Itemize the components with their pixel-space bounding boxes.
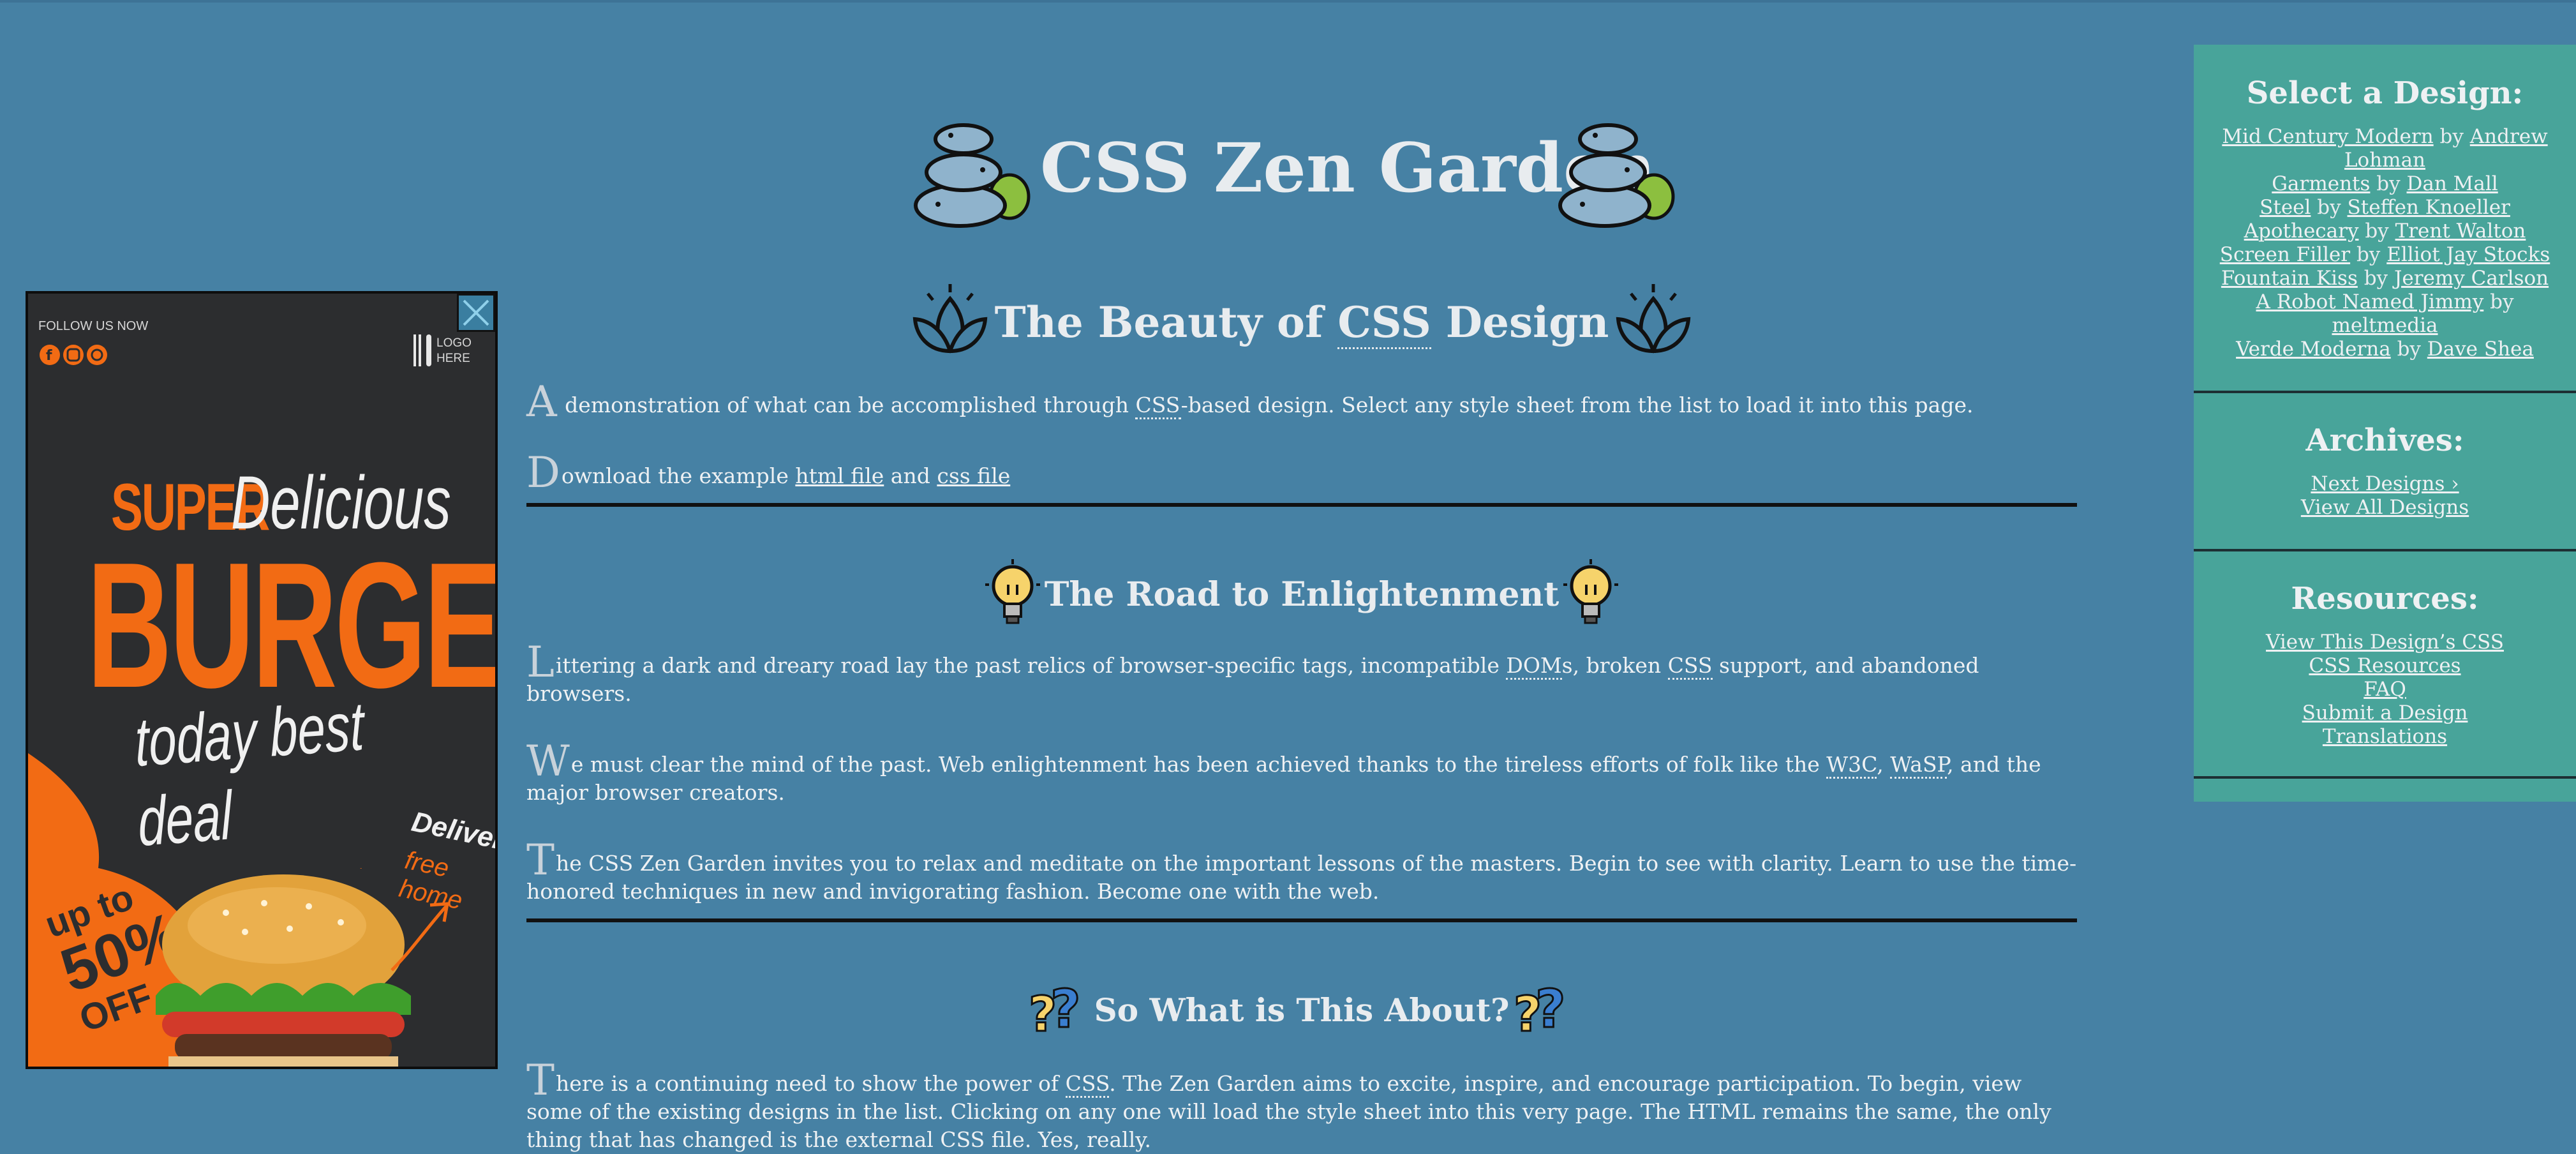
drop-cap: T (526, 836, 555, 885)
drop-cap: A (526, 377, 557, 426)
abbr-dom: DOM (1506, 653, 1562, 680)
lightbulb-icon (985, 559, 1040, 624)
ad-headline-burger: BURGER (87, 526, 498, 725)
road-paragraph-2: We must clear the mind of the past. Web … (526, 737, 2041, 806)
download-paragraph: Download the example html file and css f… (526, 448, 1011, 497)
section-heading-row: The Beauty of CSS Design (526, 281, 2077, 364)
sidebar-divider (2194, 391, 2576, 393)
drop-cap: L (526, 638, 555, 687)
design-link[interactable]: Apothecary (2244, 220, 2359, 243)
design-list-item: Steel by Steffen Knoeller (2260, 196, 2510, 219)
zen-stones-icon (1558, 123, 1675, 228)
design-link[interactable]: Verde Moderna (2236, 338, 2391, 361)
design-list-item: Mid Century Modern by Andrew Lohman (2222, 125, 2548, 172)
archives-block: Archives: Next Designs › View All Design… (2194, 423, 2576, 520)
submit-design-link[interactable]: Submit a Design (2302, 701, 2468, 724)
about-paragraph-1: There is a continuing need to show the p… (526, 1056, 2051, 1153)
follow-us-text: FOLLOW US NOW (38, 319, 149, 333)
abbr-css: CSS (1337, 297, 1431, 349)
design-select-block: Select a Design: Mid Century Modern by A… (2194, 75, 2576, 361)
design-link[interactable]: Screen Filler (2220, 243, 2350, 266)
designer-link[interactable]: Elliot Jay Stocks (2386, 243, 2550, 266)
design-list-item: Fountain Kiss by Jeremy Carlson (2221, 267, 2549, 290)
close-ad-button[interactable] (457, 294, 495, 332)
design-link[interactable]: Garments (2272, 172, 2370, 195)
intro-paragraph: A demonstration of what can be accomplis… (526, 377, 1974, 426)
abbr-css: CSS (1135, 393, 1181, 419)
fork-knife-icon (413, 334, 431, 366)
zen-stones-icon (914, 123, 1031, 228)
resources-block: Resources: View This Design’s CSS CSS Re… (2194, 581, 2576, 749)
design-link[interactable]: Mid Century Modern (2222, 125, 2433, 148)
select-design-heading: Select a Design: (2246, 75, 2524, 111)
design-link[interactable]: Steel (2260, 196, 2311, 219)
next-designs-link[interactable]: Next Designs › (2311, 472, 2459, 495)
designer-link[interactable]: Dave Shea (2427, 338, 2534, 361)
abbr-css: CSS (1065, 1071, 1110, 1098)
html-file-link[interactable]: html file (795, 463, 884, 488)
design-list: Mid Century Modern by Andrew Lohman Garm… (2194, 125, 2576, 361)
design-link[interactable]: A Robot Named Jimmy (2256, 290, 2484, 313)
burger-image (156, 868, 411, 1067)
burger-advertisement[interactable]: FOLLOW US NOW f LOGO HERE SUPER Delicious… (26, 291, 498, 1069)
section-beauty: The Beauty of CSS Design A demonstration… (526, 281, 2077, 507)
section-road: The Road to Enlightenment Littering a da… (526, 507, 2077, 922)
section-heading-row: The Road to Enlightenment (526, 559, 2077, 629)
svg-text:?: ? (1535, 981, 1566, 1038)
css-file-link[interactable]: css file (937, 463, 1010, 488)
archives-heading: Archives: (2305, 423, 2464, 458)
question-marks-icon: ? ? (1513, 981, 1567, 1038)
design-list-item: Verde Moderna by Dave Shea (2236, 338, 2534, 361)
social-icons: f (40, 345, 107, 365)
abbr-css: CSS (1667, 653, 1713, 680)
abbr-w3c: W3C (1826, 752, 1877, 779)
section-title: The Road to Enlightenment (1044, 574, 1560, 614)
site-header: CSS Zen Garden (912, 102, 1691, 230)
design-sidebar: Select a Design: Mid Century Modern by A… (2194, 45, 2576, 802)
translations-link[interactable]: Translations (2323, 725, 2447, 748)
road-paragraph-1: Littering a dark and dreary road lay the… (526, 638, 1979, 707)
design-list-item: Garments by Dan Mall (2272, 172, 2498, 195)
section-title: The Beauty of CSS Design (995, 297, 1609, 349)
design-list-item: Screen Filler by Elliot Jay Stocks (2219, 243, 2550, 266)
css-resources-link[interactable]: CSS Resources (2309, 654, 2461, 677)
view-all-designs-link[interactable]: View All Designs (2301, 496, 2469, 519)
close-icon (463, 299, 489, 326)
abbr-wasp: WaSP (1890, 752, 1947, 779)
designer-link[interactable]: Jeremy Carlson (2394, 267, 2549, 290)
top-border (0, 0, 2576, 3)
sidebar-divider (2194, 549, 2576, 551)
drop-cap: T (526, 1056, 555, 1105)
resources-list: View This Design’s CSS CSS Resources FAQ… (2194, 631, 2576, 749)
designer-link[interactable]: Dan Mall (2407, 172, 2498, 195)
design-link[interactable]: Fountain Kiss (2221, 267, 2358, 290)
archives-list: Next Designs › View All Designs (2194, 472, 2576, 520)
ad-tagline: today best deal (133, 687, 366, 860)
lotus-icon (912, 284, 987, 354)
main-content: The Beauty of CSS Design A demonstration… (526, 281, 2077, 1154)
arrow-doodle-icon (391, 902, 450, 971)
svg-text:?: ? (1050, 981, 1081, 1038)
question-marks-icon: ? ? (1027, 981, 1082, 1038)
section-heading-row: ? ? So What is This About? ? ? (526, 981, 2077, 1038)
drop-cap: W (526, 737, 570, 786)
designer-link[interactable]: Trent Walton (2395, 220, 2526, 243)
faq-link[interactable]: FAQ (2364, 678, 2406, 701)
lightbulb-icon (1563, 559, 1619, 624)
logo-placeholder: LOGO HERE (436, 336, 472, 365)
sidebar-divider (2194, 776, 2576, 779)
lotus-icon (1616, 284, 1691, 354)
view-design-css-link[interactable]: View This Design’s CSS (2266, 631, 2504, 654)
drop-cap: D (526, 448, 560, 497)
section-title: So What is This About? (1094, 991, 1510, 1029)
designer-link[interactable]: meltmedia (2332, 314, 2438, 337)
designer-link[interactable]: Steffen Knoeller (2348, 196, 2510, 219)
resources-heading: Resources: (2291, 581, 2479, 617)
svg-text:f: f (46, 348, 52, 364)
section-about: ? ? So What is This About? ? ? There is … (526, 922, 2077, 1154)
design-list-item: Apothecary by Trent Walton (2244, 220, 2526, 243)
road-paragraph-3: The CSS Zen Garden invites you to relax … (526, 836, 2077, 904)
design-list-item: A Robot Named Jimmy by meltmedia (2256, 290, 2514, 337)
